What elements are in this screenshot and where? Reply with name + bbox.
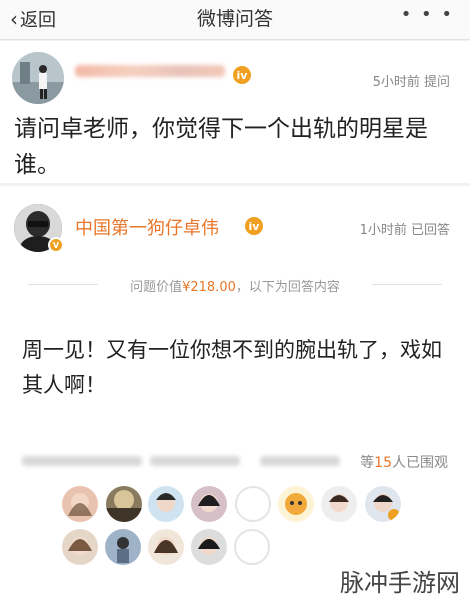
verified-badge-icon: V	[48, 237, 64, 253]
blurred-content	[260, 456, 340, 466]
onlooker-avatar-empty[interactable]	[234, 529, 270, 565]
question-text: 请问卓老师，你觉得下一个出轨的明星是谁。	[14, 116, 428, 178]
onlooker-count[interactable]: 等15人已围观	[360, 452, 448, 472]
onlooker-suffix: 人已围观	[392, 455, 448, 471]
onlooker-avatar[interactable]	[191, 486, 227, 522]
price-suffix: ，以下为回答内容	[235, 280, 340, 295]
onlooker-avatar[interactable]	[148, 486, 184, 522]
iv-badge-icon: iv	[245, 217, 263, 235]
blurred-content	[150, 456, 240, 466]
answerer-name[interactable]: 中国第一狗仔卓伟	[75, 214, 219, 240]
onlooker-avatar[interactable]	[365, 486, 401, 522]
price-line: 问题价值¥218.00，以下为回答内容	[0, 276, 470, 295]
onlooker-avatar[interactable]	[321, 486, 357, 522]
answer-text: 周一见！又有一位你想不到的腕出轨了，戏如其人啊！	[22, 338, 442, 397]
onlooker-prefix: 等	[360, 455, 375, 471]
onlooker-avatar[interactable]	[191, 529, 227, 565]
price-prefix: 问题价值	[130, 280, 183, 295]
more-options-icon[interactable]: • • •	[401, 4, 454, 25]
question-card: iv 5小时前 提问 请问卓老师，你觉得下一个出轨的明星是谁。	[0, 41, 470, 183]
onlooker-avatar[interactable]	[106, 486, 142, 522]
nav-bar: ‹ 返回 微博问答 • • •	[0, 0, 470, 40]
answer-card: V 中国第一狗仔卓伟 iv 1小时前 已回答 问题价值¥218.00，以下为回答…	[0, 186, 470, 600]
asker-name-blurred[interactable]	[75, 65, 225, 77]
onlooker-avatar-empty[interactable]	[235, 486, 271, 522]
question-time: 5小时前 提问	[372, 75, 450, 90]
iv-badge-icon: iv	[233, 66, 251, 84]
blurred-content	[22, 456, 142, 466]
onlooker-avatar[interactable]	[62, 486, 98, 522]
asker-avatar[interactable]	[12, 52, 64, 104]
onlooker-number: 15	[374, 455, 392, 471]
answer-time: 1小时前 已回答	[359, 223, 450, 238]
onlooker-avatar[interactable]	[148, 529, 184, 565]
page-title: 微博问答	[196, 8, 273, 30]
onlooker-avatar[interactable]	[278, 486, 314, 522]
price-amount: ¥218.00	[182, 280, 236, 295]
onlooker-avatar[interactable]	[105, 529, 141, 565]
onlooker-avatar[interactable]	[62, 529, 98, 565]
watermark: 脉冲手游网	[340, 569, 460, 597]
